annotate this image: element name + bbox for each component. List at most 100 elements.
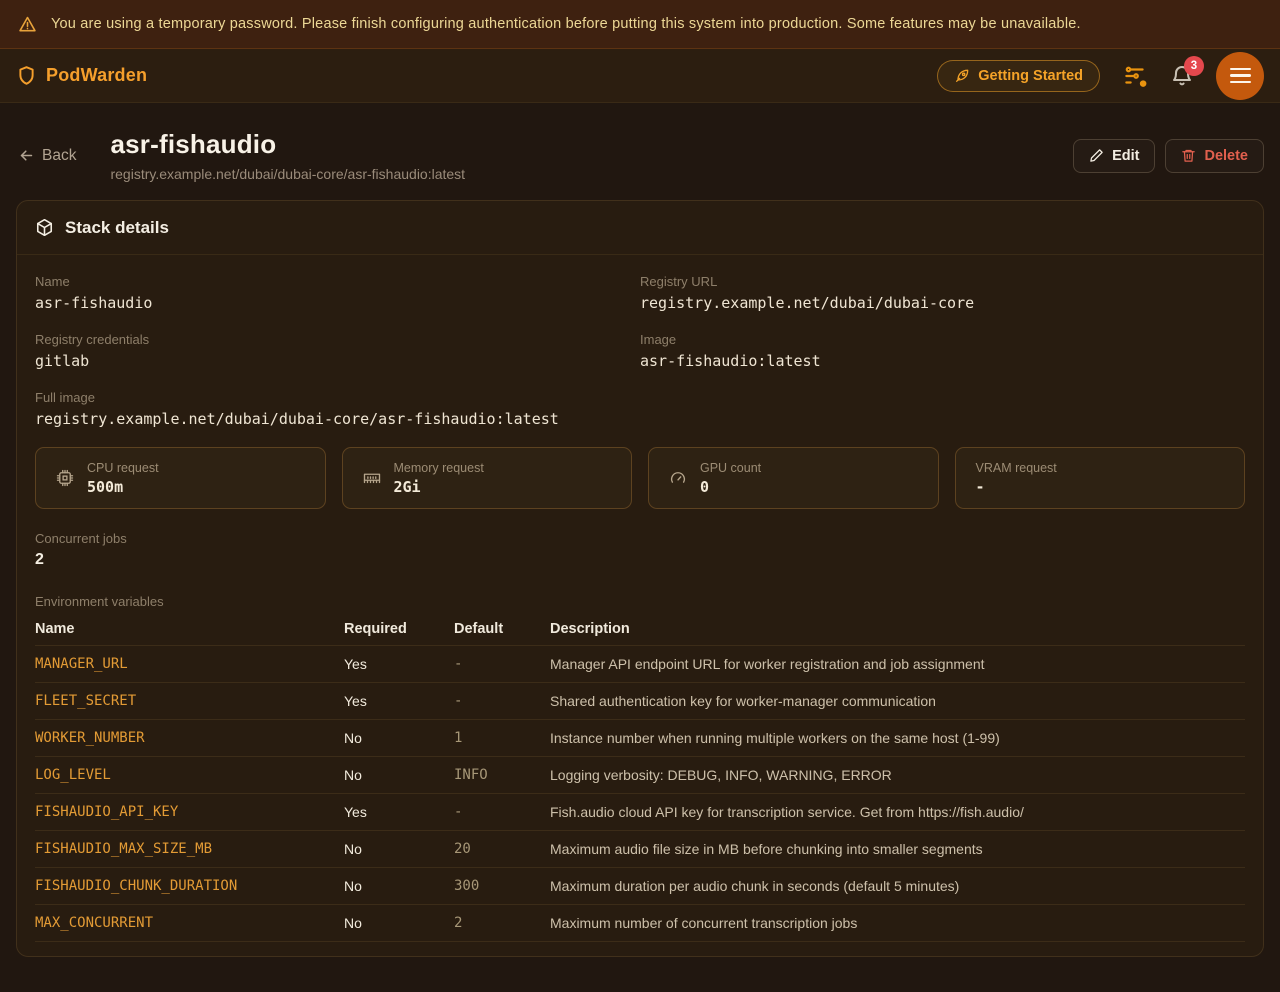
rocket-icon xyxy=(954,68,970,84)
field-label: Full image xyxy=(35,390,1245,405)
table-row: FISHAUDIO_CHUNK_DURATION No 300 Maximum … xyxy=(35,868,1245,905)
field-value: registry.example.net/dubai/dubai-core/as… xyxy=(35,410,1245,428)
env-var-description: Shared authentication key for worker-man… xyxy=(550,693,1245,709)
edit-button[interactable]: Edit xyxy=(1073,139,1155,173)
back-label: Back xyxy=(42,147,76,165)
field-value: asr-fishaudio:latest xyxy=(640,352,1245,370)
page-title: asr-fishaudio xyxy=(110,129,465,160)
package-icon xyxy=(35,218,54,237)
page-subtitle: registry.example.net/dubai/dubai-core/as… xyxy=(110,166,465,182)
env-var-default: - xyxy=(454,656,550,672)
stack-fields: Name asr-fishaudio Registry URL registry… xyxy=(35,274,1245,428)
concurrent-jobs-value: 2 xyxy=(35,551,1245,569)
resource-cards: CPU request 500m Memory request 2Gi xyxy=(35,447,1245,509)
memory-request-card: Memory request 2Gi xyxy=(342,447,633,509)
env-var-required: No xyxy=(344,878,454,894)
field-full-image: Full image registry.example.net/dubai/du… xyxy=(35,390,1245,428)
table-row: MAX_CONCURRENT No 2 Maximum number of co… xyxy=(35,905,1245,942)
table-row: FLEET_SECRET Yes - Shared authentication… xyxy=(35,683,1245,720)
env-variables-label: Environment variables xyxy=(35,594,1245,609)
field-value: gitlab xyxy=(35,352,640,370)
resource-label: Memory request xyxy=(394,461,484,475)
field-label: Registry URL xyxy=(640,274,1245,289)
memory-icon xyxy=(363,469,381,487)
arrow-left-icon xyxy=(18,147,35,164)
table-header-row: Name Required Default Description xyxy=(35,614,1245,646)
resource-value: 500m xyxy=(87,478,159,496)
env-var-required: Yes xyxy=(344,656,454,672)
field-image: Image asr-fishaudio:latest xyxy=(640,332,1245,370)
env-var-description: Maximum audio file size in MB before chu… xyxy=(550,841,1245,857)
env-var-required: No xyxy=(344,915,454,931)
edit-label: Edit xyxy=(1112,148,1139,164)
env-var-name: FLEET_SECRET xyxy=(35,693,344,709)
env-var-name: MAX_CONCURRENT xyxy=(35,915,344,931)
hamburger-menu-button[interactable] xyxy=(1216,52,1264,100)
trash-icon xyxy=(1181,148,1196,163)
resource-label: CPU request xyxy=(87,461,159,475)
field-label: Registry credentials xyxy=(35,332,640,347)
env-var-name: FISHAUDIO_MAX_SIZE_MB xyxy=(35,841,344,857)
env-var-default: 1 xyxy=(454,730,550,746)
env-var-required: No xyxy=(344,730,454,746)
app-header: PodWarden Getting Started 3 xyxy=(0,49,1280,103)
table-row: LOG_LEVEL No INFO Logging verbosity: DEB… xyxy=(35,757,1245,794)
env-var-name: FISHAUDIO_CHUNK_DURATION xyxy=(35,878,344,894)
card-header: Stack details xyxy=(17,201,1263,255)
filters-sliders-icon[interactable] xyxy=(1122,63,1148,89)
field-registry-url: Registry URL registry.example.net/dubai/… xyxy=(640,274,1245,312)
env-var-description: Fish.audio cloud API key for transcripti… xyxy=(550,804,1245,820)
cpu-request-card: CPU request 500m xyxy=(35,447,326,509)
env-var-default: 2 xyxy=(454,915,550,931)
notifications-bell-icon[interactable]: 3 xyxy=(1170,64,1194,88)
column-header-description: Description xyxy=(550,621,1245,637)
getting-started-label: Getting Started xyxy=(978,68,1083,84)
env-var-description: Maximum duration per audio chunk in seco… xyxy=(550,878,1245,894)
env-var-required: Yes xyxy=(344,693,454,709)
resource-label: VRAM request xyxy=(976,461,1057,475)
delete-button[interactable]: Delete xyxy=(1165,139,1264,173)
warning-triangle-icon xyxy=(18,15,37,34)
column-header-name: Name xyxy=(35,621,344,637)
resource-value: - xyxy=(976,478,1057,496)
brand-name: PodWarden xyxy=(46,65,147,86)
env-var-default: 20 xyxy=(454,841,550,857)
field-value: asr-fishaudio xyxy=(35,294,640,312)
env-var-default: - xyxy=(454,804,550,820)
concurrent-jobs: Concurrent jobs 2 xyxy=(35,531,1245,569)
field-value: registry.example.net/dubai/dubai-core xyxy=(640,294,1245,312)
resource-value: 2Gi xyxy=(394,478,484,496)
env-var-required: No xyxy=(344,767,454,783)
column-header-default: Default xyxy=(454,621,550,637)
env-var-description: Manager API endpoint URL for worker regi… xyxy=(550,656,1245,672)
env-var-required: No xyxy=(344,841,454,857)
cpu-icon xyxy=(56,469,74,487)
brand[interactable]: PodWarden xyxy=(16,64,147,87)
field-registry-credentials: Registry credentials gitlab xyxy=(35,332,640,370)
notification-count-badge: 3 xyxy=(1184,56,1204,76)
env-var-description: Instance number when running multiple wo… xyxy=(550,730,1245,746)
delete-label: Delete xyxy=(1204,148,1248,164)
env-var-name: FISHAUDIO_API_KEY xyxy=(35,804,344,820)
getting-started-button[interactable]: Getting Started xyxy=(937,60,1100,92)
column-header-required: Required xyxy=(344,621,454,637)
page-header: Back asr-fishaudio registry.example.net/… xyxy=(16,103,1264,200)
banner-text: You are using a temporary password. Plea… xyxy=(51,16,1081,32)
field-label: Name xyxy=(35,274,640,289)
field-label: Image xyxy=(640,332,1245,347)
temporary-password-banner: You are using a temporary password. Plea… xyxy=(0,0,1280,49)
back-button[interactable]: Back xyxy=(18,147,76,165)
resource-value: 0 xyxy=(700,478,761,496)
gauge-icon xyxy=(669,469,687,487)
concurrent-jobs-label: Concurrent jobs xyxy=(35,531,1245,546)
env-var-name: MANAGER_URL xyxy=(35,656,344,672)
env-var-name: LOG_LEVEL xyxy=(35,767,344,783)
env-var-default: 300 xyxy=(454,878,550,894)
table-row: WORKER_NUMBER No 1 Instance number when … xyxy=(35,720,1245,757)
env-var-default: - xyxy=(454,693,550,709)
table-row: FISHAUDIO_MAX_SIZE_MB No 20 Maximum audi… xyxy=(35,831,1245,868)
env-var-default: INFO xyxy=(454,767,550,783)
env-variables-table: Name Required Default Description MANAGE… xyxy=(35,614,1245,942)
stack-details-card: Stack details Name asr-fishaudio Registr… xyxy=(16,200,1264,957)
field-name: Name asr-fishaudio xyxy=(35,274,640,312)
